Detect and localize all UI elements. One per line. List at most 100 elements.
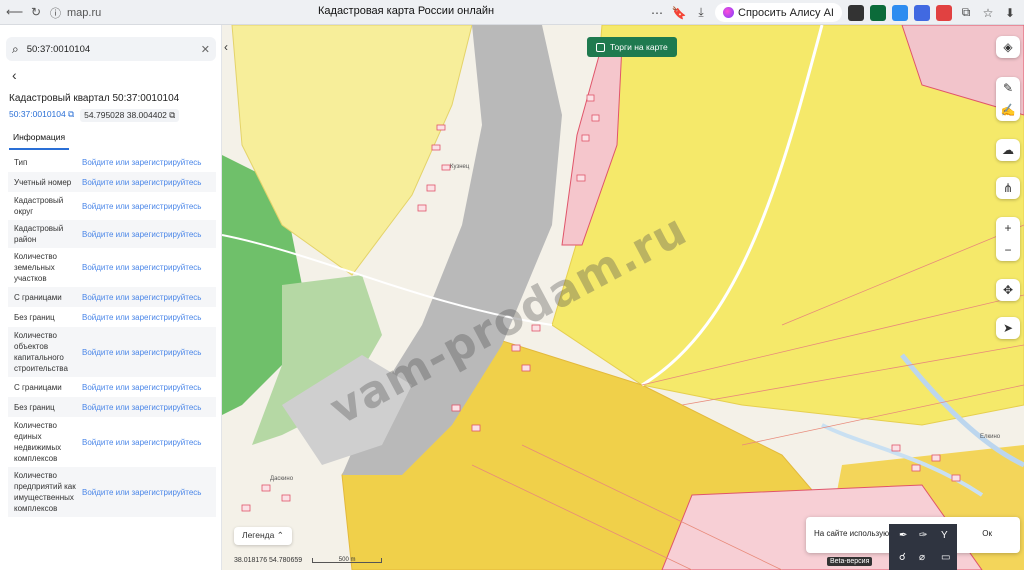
legend-label: Легенда bbox=[242, 530, 275, 540]
login-link[interactable]: Войдите или зарегистрируйтесь bbox=[82, 202, 201, 211]
info-row: Кадастровый округ Войдите или зарегистрир… bbox=[8, 192, 216, 220]
locate-tool[interactable]: ➤ bbox=[996, 317, 1020, 339]
checkbox-icon[interactable] bbox=[596, 42, 605, 52]
collapse-panel-icon[interactable]: ‹ bbox=[224, 40, 228, 54]
info-row: Количество предприятий как имущественных… bbox=[8, 467, 216, 517]
quarter-title: Кадастровый квартал 50:37:0010104 bbox=[9, 93, 180, 104]
login-link[interactable]: Войдите или зарегистрируйтесь bbox=[82, 383, 201, 392]
map-footer: 38.018176 54.780659 500 m bbox=[234, 557, 383, 564]
reload-icon[interactable]: ↻ bbox=[28, 4, 44, 20]
address-bar[interactable]: ⓘ map.ru bbox=[50, 4, 101, 21]
login-link[interactable]: Войдите или зарегистрируйтесь bbox=[82, 488, 201, 497]
download-icon[interactable]: ⤓ bbox=[693, 5, 709, 20]
page-title: Кадастровая карта России онлайн bbox=[318, 5, 495, 17]
screen-icon[interactable]: ▭ bbox=[941, 552, 950, 563]
login-link[interactable]: Войдите или зарегистрируйтесь bbox=[82, 263, 201, 272]
info-key: С границами bbox=[14, 292, 62, 302]
move-icon[interactable]: ✥ bbox=[996, 279, 1020, 301]
login-link[interactable]: Войдите или зарегистрируйтесь bbox=[82, 438, 201, 447]
mute-icon[interactable]: ⌀ bbox=[919, 552, 925, 563]
info-key: Учетный номер bbox=[14, 177, 72, 187]
quarter-coords[interactable]: 54.795028 38.004402 ⧉ bbox=[80, 109, 180, 122]
site-info-icon[interactable]: ⓘ bbox=[50, 5, 61, 21]
pencil-icon[interactable]: ✎ bbox=[996, 77, 1020, 99]
place-label: Даскино bbox=[270, 476, 294, 482]
cloud-tool[interactable]: ☁ bbox=[996, 139, 1020, 161]
info-key: Кадастровый район bbox=[14, 224, 64, 244]
zoom-in-icon[interactable]: + bbox=[996, 217, 1020, 239]
share-icon[interactable]: ⋔ bbox=[996, 177, 1020, 199]
clear-icon[interactable]: ✕ bbox=[201, 43, 210, 56]
puzzle-icon[interactable]: ⧉ bbox=[958, 5, 974, 20]
search-field[interactable]: ⌕ 50:37:0010104 ✕ bbox=[6, 37, 216, 61]
note-icon[interactable]: ✍ bbox=[996, 99, 1020, 121]
layers-icon[interactable]: ◈ bbox=[996, 36, 1020, 58]
info-row: С границами Войдите или зарегистрируйтесь bbox=[8, 377, 216, 397]
move-tool[interactable]: ✥ bbox=[996, 279, 1020, 301]
info-row: Кадастровый район Войдите или зарегистрир… bbox=[8, 220, 216, 248]
tab-info[interactable]: Информация bbox=[9, 130, 70, 150]
info-key: Количество предприятий как имущественных… bbox=[14, 471, 76, 513]
share-tool[interactable]: ⋔ bbox=[996, 177, 1020, 199]
zoom-out-icon[interactable]: − bbox=[996, 239, 1020, 261]
info-key: Количество объектов капитального строите… bbox=[14, 331, 68, 373]
place-label: Елкино bbox=[980, 434, 1001, 440]
address-text: map.ru bbox=[67, 6, 102, 19]
login-link[interactable]: Войдите или зарегистрируйтесь bbox=[82, 230, 201, 239]
info-row: Тип Войдите или зарегистрируйтесь bbox=[8, 152, 216, 172]
extension-icon[interactable] bbox=[936, 4, 952, 21]
extension-icon[interactable] bbox=[914, 4, 930, 21]
yandex-icon[interactable]: Y bbox=[941, 530, 948, 541]
login-link[interactable]: Войдите или зарегистрируйтесь bbox=[82, 313, 201, 322]
info-key: Кадастровый округ bbox=[14, 196, 64, 216]
map[interactable]: Кузнец Даскино Елкино vam-prodam.ru bbox=[222, 25, 1024, 570]
info-row: С границами Войдите или зарегистрируйтесь bbox=[8, 287, 216, 307]
info-key: Количество земельных участков bbox=[14, 252, 57, 283]
bookmark-list-icon[interactable]: ☆ bbox=[980, 6, 996, 20]
info-row: Без границ Войдите или зарегистрируйтесь bbox=[8, 397, 216, 417]
place-label: Кузнец bbox=[450, 164, 470, 170]
extension-popup: ✒ ✑ Y ☌ ⌀ ▭ bbox=[889, 524, 957, 570]
cookie-ok-button[interactable]: Ок bbox=[982, 529, 992, 541]
info-row: Количество единых недвижимых комплексов В… bbox=[8, 417, 216, 467]
beta-badge: Beta-версия bbox=[827, 557, 873, 566]
browser-toolbar: ⟵ ↻ ⓘ map.ru Кадастровая карта России он… bbox=[0, 0, 1024, 25]
back-icon[interactable]: ⟵ bbox=[6, 4, 23, 20]
cookie-text: На сайте используются bbox=[814, 529, 901, 538]
layers-tool[interactable]: ◈ bbox=[996, 36, 1020, 58]
login-link[interactable]: Войдите или зарегистрируйтесь bbox=[82, 403, 201, 412]
pen-icon[interactable]: ✒ bbox=[899, 530, 907, 541]
login-link[interactable]: Войдите или зарегистрируйтесь bbox=[82, 293, 201, 302]
login-link[interactable]: Войдите или зарегистрируйтесь bbox=[82, 158, 201, 167]
login-link[interactable]: Войдите или зарегистрируйтесь bbox=[82, 178, 201, 187]
download-icon[interactable]: ⬇ bbox=[1002, 6, 1018, 20]
extension-icon[interactable] bbox=[848, 4, 864, 21]
edit-tools: ✎ ✍ bbox=[996, 77, 1020, 121]
more-icon[interactable]: ⋯ bbox=[649, 6, 665, 20]
alisa-button[interactable]: Спросить Алису AI bbox=[715, 3, 842, 22]
info-row: Без границ Войдите или зарегистрируйтесь bbox=[8, 307, 216, 327]
feather-icon[interactable]: ✑ bbox=[919, 530, 927, 541]
search-icon: ⌕ bbox=[12, 41, 19, 56]
locate-icon[interactable]: ➤ bbox=[996, 317, 1020, 339]
cloud-upload-icon[interactable]: ☁ bbox=[996, 139, 1020, 161]
torgi-toggle[interactable]: Торги на карте bbox=[587, 37, 677, 57]
cadastral-number[interactable]: 50:37:0010104 ⧉ bbox=[9, 109, 74, 122]
chevron-up-icon: ⌃ bbox=[276, 530, 284, 540]
legend-button[interactable]: Легенда ⌃ bbox=[234, 527, 292, 545]
map-canvas: Кузнец Даскино Елкино bbox=[222, 25, 1024, 570]
back-button[interactable]: ‹ bbox=[12, 67, 17, 83]
mic-icon[interactable]: ☌ bbox=[899, 552, 906, 563]
extension-icon[interactable] bbox=[870, 4, 886, 21]
login-link[interactable]: Войдите или зарегистрируйтесь bbox=[82, 348, 201, 357]
zoom-tools: + − bbox=[996, 217, 1020, 261]
info-panel: ⌕ 50:37:0010104 ✕ ‹ Кадастровый квартал … bbox=[0, 25, 222, 570]
bookmark-icon[interactable]: 🔖 bbox=[671, 6, 687, 20]
info-key: Без границ bbox=[14, 402, 55, 412]
extension-icon[interactable] bbox=[892, 4, 908, 21]
alisa-label: Спросить Алису AI bbox=[738, 6, 834, 19]
quarter-ids: 50:37:0010104 ⧉ 54.795028 38.004402 ⧉ bbox=[9, 109, 180, 122]
info-row: Учетный номер Войдите или зарегистрируйте… bbox=[8, 172, 216, 192]
search-input[interactable]: 50:37:0010104 bbox=[27, 44, 193, 55]
torgi-label: Торги на карте bbox=[610, 42, 668, 52]
